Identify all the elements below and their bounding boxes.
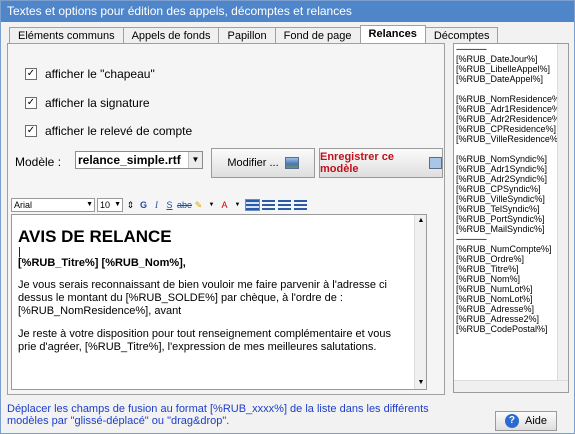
align-right-icon[interactable] bbox=[278, 199, 291, 210]
window-title: Textes et options pour édition des appel… bbox=[1, 1, 574, 22]
option-signature[interactable]: ✓ afficher la signature bbox=[25, 96, 150, 110]
font-size-select[interactable]: 10 ▼ bbox=[97, 197, 123, 212]
list-vertical-scrollbar[interactable] bbox=[557, 44, 568, 380]
list-item[interactable]: [%RUB_Ordre%] bbox=[454, 254, 568, 264]
scroll-up-icon[interactable]: ▲ bbox=[415, 215, 426, 227]
tab-decomptes[interactable]: Décomptes bbox=[424, 27, 499, 44]
options-window: Textes et options pour édition des appel… bbox=[0, 0, 575, 434]
save-template-button[interactable]: Enregistrer ce modèle bbox=[319, 148, 443, 178]
tab-strip: Eléments communs Appels de fonds Papillo… bbox=[9, 25, 499, 44]
list-item[interactable]: [%RUB_NomLot%] bbox=[454, 294, 568, 304]
editor-scrollbar[interactable]: ▲ ▼ bbox=[414, 215, 426, 389]
rich-text-editor[interactable]: AVIS DE RELANCE | [%RUB_Titre%] [%RUB_No… bbox=[11, 214, 427, 390]
checkbox-signature[interactable]: ✓ bbox=[25, 97, 37, 109]
list-separator: --------------- bbox=[456, 234, 487, 244]
list-item[interactable]: [%RUB_NomResidence%] bbox=[454, 94, 568, 104]
list-item[interactable]: [%RUB_DateJour%] bbox=[454, 54, 568, 64]
modifier-label: Modifier ... bbox=[227, 157, 279, 169]
align-center-icon[interactable] bbox=[262, 199, 275, 210]
checkbox-releve[interactable]: ✓ bbox=[25, 125, 37, 137]
image-icon bbox=[284, 157, 299, 169]
document-paragraph: Je vous serais reconnaissant de bien vou… bbox=[18, 279, 387, 317]
list-item[interactable]: [%RUB_Adr2Residence%] bbox=[454, 114, 568, 124]
format-toolbar: Arial ▼ 10 ▼ ⇕ G I S abe ✎ ▼ A ▼ bbox=[11, 197, 427, 212]
option-releve[interactable]: ✓ afficher le relevé de compte bbox=[25, 124, 192, 138]
document-paragraph: Je reste à votre disposition pour tout r… bbox=[18, 328, 391, 353]
option-chapeau-label: afficher le "chapeau" bbox=[45, 67, 155, 81]
list-item[interactable]: [%RUB_Adr2Syndic%] bbox=[454, 174, 568, 184]
tab-fond-de-page[interactable]: Fond de page bbox=[274, 27, 361, 44]
font-size-value: 10 bbox=[100, 199, 111, 210]
list-item[interactable]: [%RUB_Adresse%] bbox=[454, 304, 568, 314]
list-item[interactable]: [%RUB_CodePostal%] bbox=[454, 324, 568, 334]
italic-button[interactable]: I bbox=[151, 198, 162, 212]
align-left-icon[interactable] bbox=[245, 198, 260, 211]
chevron-down-icon[interactable]: ▼ bbox=[114, 199, 121, 211]
align-justify-icon[interactable] bbox=[294, 199, 307, 210]
list-item[interactable]: [%RUB_CPResidence%] bbox=[454, 124, 568, 134]
document-title: AVIS DE RELANCE bbox=[18, 227, 172, 246]
modele-value: relance_simple.rtf bbox=[78, 153, 181, 167]
font-value: Arial bbox=[14, 199, 33, 210]
chevron-down-icon[interactable]: ▼ bbox=[232, 198, 243, 212]
merge-fields-list[interactable]: --------------- [%RUB_DateJour%] [%RUB_L… bbox=[453, 43, 569, 393]
help-label: Aide bbox=[524, 415, 548, 427]
modele-select[interactable]: relance_simple.rtf ▼ bbox=[75, 151, 203, 169]
list-item[interactable]: [%RUB_DateAppel%] bbox=[454, 74, 568, 84]
list-item[interactable]: [%RUB_TelSyndic%] bbox=[454, 204, 568, 214]
list-item[interactable]: [%RUB_Adr1Syndic%] bbox=[454, 164, 568, 174]
drag-drop-hint: Déplacer les champs de fusion au format … bbox=[7, 403, 429, 427]
modifier-button[interactable]: Modifier ... bbox=[211, 148, 315, 178]
list-item[interactable]: [%RUB_CPSyndic%] bbox=[454, 184, 568, 194]
scroll-down-icon[interactable]: ▼ bbox=[415, 377, 426, 389]
tab-elements-communs[interactable]: Eléments communs bbox=[9, 27, 124, 44]
list-item[interactable]: [%RUB_PortSyndic%] bbox=[454, 214, 568, 224]
tab-papillon[interactable]: Papillon bbox=[218, 27, 276, 44]
option-releve-label: afficher le relevé de compte bbox=[45, 124, 193, 138]
list-item[interactable]: [%RUB_Adresse2%] bbox=[454, 314, 568, 324]
modele-label: Modèle : bbox=[15, 155, 62, 169]
list-item[interactable]: [%RUB_Nom%] bbox=[454, 274, 568, 284]
document-salutation: [%RUB_Titre%] [%RUB_Nom%], bbox=[18, 257, 186, 269]
save-template-label: Enregistrer ce modèle bbox=[320, 151, 394, 175]
tab-appels-de-fonds[interactable]: Appels de fonds bbox=[122, 27, 220, 44]
list-item[interactable]: [%RUB_VilleSyndic%] bbox=[454, 194, 568, 204]
strikethrough-button[interactable]: abe bbox=[177, 198, 192, 212]
bold-button[interactable]: G bbox=[138, 198, 149, 212]
help-icon: ? bbox=[504, 414, 519, 428]
option-chapeau[interactable]: ✓ afficher le "chapeau" bbox=[25, 67, 155, 81]
help-button[interactable]: ? Aide bbox=[495, 411, 557, 431]
checkbox-chapeau[interactable]: ✓ bbox=[25, 68, 37, 80]
highlighter-icon[interactable]: ✎ bbox=[193, 198, 204, 212]
option-signature-label: afficher la signature bbox=[45, 96, 150, 110]
list-horizontal-scrollbar[interactable] bbox=[454, 380, 568, 392]
computer-icon bbox=[429, 157, 442, 169]
list-item[interactable]: [%RUB_Adr1Residence%] bbox=[454, 104, 568, 114]
spin-icon[interactable]: ⇕ bbox=[125, 198, 136, 212]
list-item[interactable]: [%RUB_NomSyndic%] bbox=[454, 154, 568, 164]
font-color-button[interactable]: A bbox=[219, 198, 230, 212]
list-item[interactable]: [%RUB_VilleResidence%] bbox=[454, 134, 568, 144]
chevron-down-icon[interactable]: ▼ bbox=[206, 198, 217, 212]
text-caret: | bbox=[18, 246, 21, 258]
underline-button[interactable]: S bbox=[164, 198, 175, 212]
list-item[interactable]: [%RUB_NumLot%] bbox=[454, 284, 568, 294]
list-item[interactable]: [%RUB_MailSyndic%] bbox=[454, 224, 568, 234]
list-item[interactable]: [%RUB_NumCompte%] bbox=[454, 244, 568, 254]
chevron-down-icon[interactable]: ▼ bbox=[188, 152, 202, 168]
chevron-down-icon[interactable]: ▼ bbox=[86, 199, 93, 211]
font-select[interactable]: Arial ▼ bbox=[11, 197, 95, 212]
list-item[interactable]: [%RUB_Titre%] bbox=[454, 264, 568, 274]
list-item[interactable]: [%RUB_LibelleAppel%] bbox=[454, 64, 568, 74]
tab-relances[interactable]: Relances bbox=[359, 25, 426, 44]
list-separator: --------------- bbox=[456, 44, 487, 54]
